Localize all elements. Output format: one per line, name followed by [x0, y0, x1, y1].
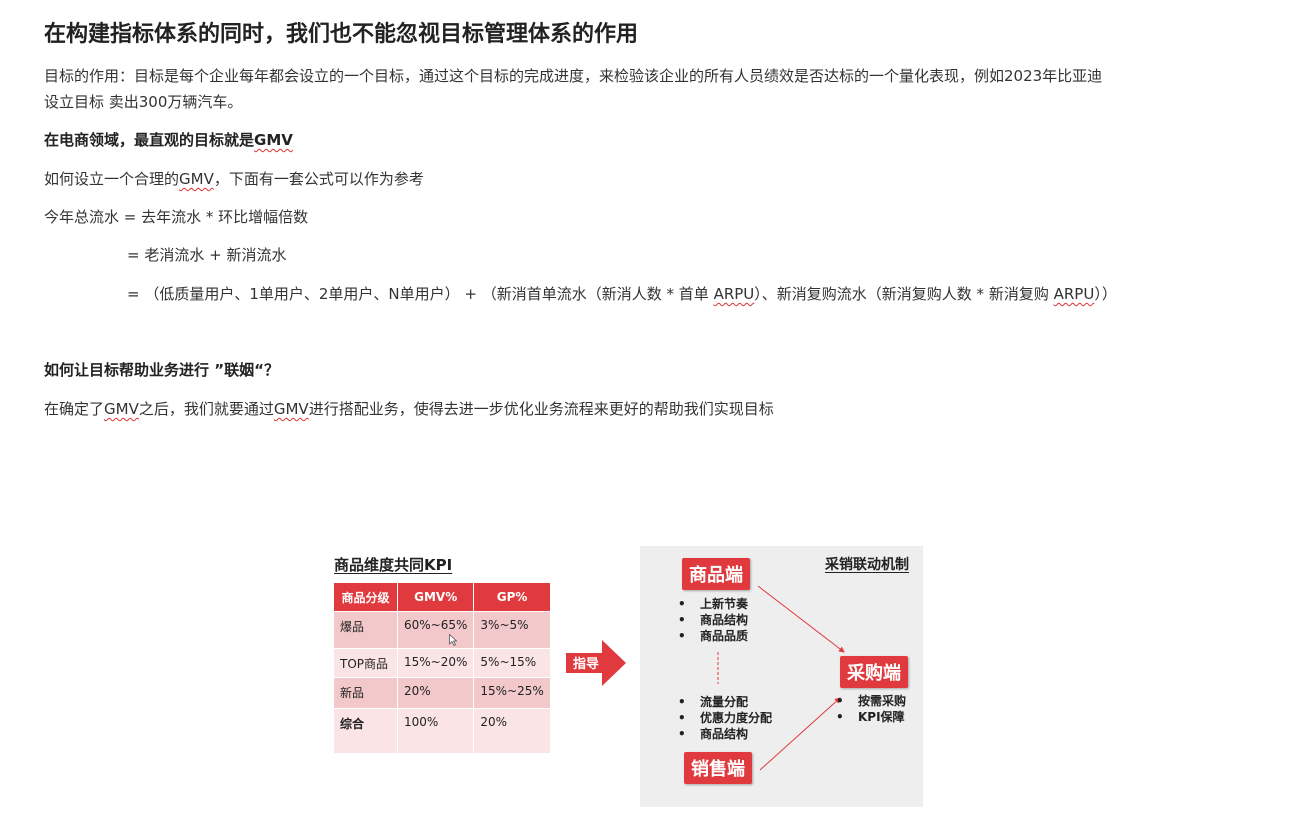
marriage-paragraph: 在确定了GMV之后，我们就要通过GMV进行搭配业务，使得去进一步优化业务流程来更…	[44, 397, 774, 421]
list-item: 上新节奏	[678, 596, 748, 612]
list-item: 商品品质	[678, 628, 748, 644]
gmv-term: GMV	[104, 400, 139, 418]
formula-line2: = 老消流水 + 新消流水	[127, 246, 287, 264]
list-item: 商品结构	[678, 612, 748, 628]
mouse-cursor-icon	[449, 634, 457, 646]
kpi-cell: 3%~5%	[473, 611, 551, 649]
section-heading: 在构建指标体系的同时，我们也不能忽视目标管理体系的作用	[44, 22, 639, 47]
intro-text-b: ，下面有一套公式可以作为参考	[213, 170, 424, 188]
formula-line1: 今年总流水 = 去年流水 * 环比增幅倍数	[44, 208, 309, 226]
sales-items: 流量分配 优惠力度分配 商品结构	[678, 694, 772, 742]
marriage-text-a: 在确定了	[44, 400, 105, 418]
product-items: 上新节奏 商品结构 商品品质	[678, 596, 748, 644]
formula-line3-c: ））	[1094, 285, 1117, 303]
kpi-row: 综合 100% 20%	[334, 708, 551, 753]
mechanism-panel: 采销联动机制 商品端 上新节奏 商品结构 商品品质 流量分配 优惠力度分配 商品…	[640, 546, 923, 807]
gmv-term: GMV	[254, 131, 293, 149]
list-item: 按需采购	[836, 693, 906, 709]
kpi-header-cell: 商品分级	[334, 583, 398, 612]
intro-text-a: 如何设立一个合理的	[44, 170, 180, 188]
arpu-term: ARPU	[1053, 285, 1095, 303]
mechanism-title: 采销联动机制	[825, 557, 909, 573]
guide-arrow-label: 指导	[573, 657, 600, 672]
purchase-items: 按需采购 KPI保障	[836, 693, 906, 725]
product-to-purchase-line	[757, 585, 845, 653]
kpi-cell: 15%~20%	[397, 648, 475, 678]
sales-side-box: 销售端	[684, 752, 752, 784]
kpi-table: 商品分级 GMV% GP% 爆品 60%~65% 3%~5% TOP商品 15%…	[334, 583, 551, 753]
kpi-cell: 爆品	[334, 611, 398, 649]
list-item: 流量分配	[678, 694, 772, 710]
gmv-term: GMV	[179, 170, 214, 188]
kpi-figure: 商品维度共同KPI 商品分级 GMV% GP% 爆品 60%~65% 3%~5%…	[332, 540, 932, 820]
gmv-term: GMV	[273, 400, 309, 418]
list-item: 商品结构	[678, 726, 772, 742]
kpi-title: 商品维度共同KPI	[334, 556, 453, 574]
formula-line3: = （低质量用户、1单用户、2单用户、N单用户） + （新消首单流水（新消人数 …	[127, 282, 1117, 306]
marriage-text-b: 之后，我们就要通过	[138, 400, 274, 418]
kpi-cell: 20%	[473, 708, 551, 753]
kpi-cell: TOP商品	[334, 648, 398, 678]
kpi-row: 新品 20% 15%~25%	[334, 677, 551, 709]
kpi-cell: 20%	[397, 677, 475, 709]
kpi-header-cell: GP%	[473, 583, 551, 612]
intro-paragraph: 如何设立一个合理的GMV，下面有一套公式可以作为参考	[44, 167, 424, 191]
product-side-box: 商品端	[682, 558, 750, 590]
kpi-cell: 综合	[334, 708, 398, 753]
kpi-header-cell: GMV%	[397, 583, 475, 612]
list-item: 优惠力度分配	[678, 710, 772, 726]
formula-line3-b: ）、新消复购流水（新消复购人数 * 新消复购	[754, 285, 1054, 303]
gmv-subheading-text: 在电商领域，最直观的目标就是	[44, 131, 255, 149]
formula-line3-a: = （低质量用户、1单用户、2单用户、N单用户） + （新消首单流水（新消人数 …	[127, 285, 714, 303]
kpi-row: 爆品 60%~65% 3%~5%	[334, 611, 551, 649]
kpi-row: TOP商品 15%~20% 5%~15%	[334, 648, 551, 678]
purchase-side-box: 采购端	[840, 656, 908, 688]
arpu-term: ARPU	[713, 285, 755, 303]
kpi-cell: 5%~15%	[473, 648, 551, 678]
marriage-text-c: 进行搭配业务，使得去进一步优化业务流程来更好的帮助我们实现目标	[308, 400, 774, 418]
kpi-cell: 15%~25%	[473, 677, 551, 709]
gmv-subheading: 在电商领域，最直观的目标就是GMV	[44, 128, 293, 152]
kpi-cell: 100%	[397, 708, 475, 753]
kpi-cell: 新品	[334, 677, 398, 709]
goal-paragraph-line2: 设立目标 卖出300万辆汽车。	[44, 93, 243, 111]
kpi-cell: 60%~65%	[397, 611, 475, 649]
list-item: KPI保障	[836, 709, 906, 725]
kpi-header-row: 商品分级 GMV% GP%	[334, 583, 551, 612]
marriage-subheading: 如何让目标帮助业务进行 ”联姻“？	[44, 361, 279, 379]
goal-paragraph-line1: 目标的作用：目标是每个企业每年都会设立的一个目标，通过这个目标的完成进度，来检验…	[44, 67, 1103, 85]
